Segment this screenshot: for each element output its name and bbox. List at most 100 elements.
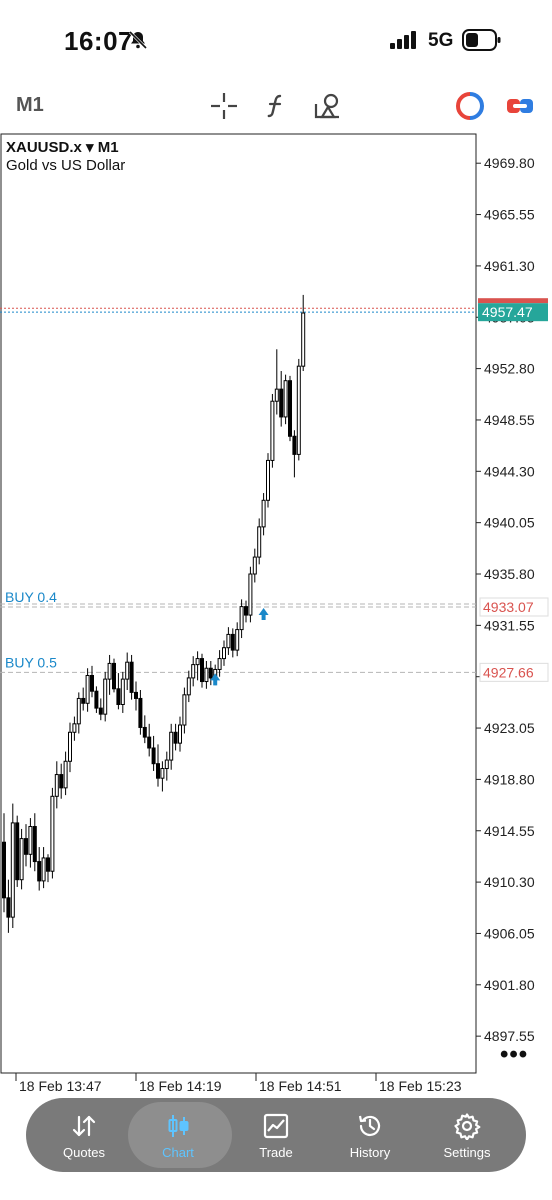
y-tick-label: 4948.55 bbox=[484, 412, 535, 428]
candle-body bbox=[147, 736, 152, 749]
candle-body bbox=[151, 747, 156, 765]
candle-body bbox=[226, 633, 231, 649]
candle-body bbox=[37, 861, 42, 882]
candle-body bbox=[19, 838, 24, 881]
candle-body bbox=[274, 388, 279, 402]
candle-body bbox=[252, 556, 257, 575]
nav-label: Quotes bbox=[63, 1145, 105, 1160]
y-tick-label: 4901.80 bbox=[484, 977, 535, 993]
nav-history[interactable]: History bbox=[320, 1098, 420, 1172]
candle-body bbox=[292, 435, 297, 455]
candle-body bbox=[169, 731, 174, 761]
one-click-trading-icon[interactable] bbox=[454, 90, 486, 122]
quotes-icon bbox=[72, 1115, 96, 1137]
candle-body bbox=[98, 707, 103, 715]
candles-icon bbox=[168, 1115, 189, 1137]
candle-body bbox=[50, 795, 55, 872]
candle-body bbox=[244, 606, 248, 616]
chart-toolbar: M1 bbox=[0, 82, 552, 128]
candle-body bbox=[266, 459, 270, 501]
candle-body bbox=[103, 678, 108, 715]
trade-chart-icon bbox=[263, 1113, 289, 1139]
candle-body bbox=[239, 606, 244, 631]
y-tick-label: 4944.30 bbox=[484, 463, 535, 479]
position-price-label: 4927.66 bbox=[483, 664, 534, 680]
timeframe-button[interactable]: M1 bbox=[16, 94, 44, 117]
candle-body bbox=[173, 731, 178, 744]
candle-body bbox=[235, 629, 240, 651]
candle-body bbox=[257, 526, 262, 558]
objects-icon[interactable] bbox=[312, 90, 344, 122]
candle-body bbox=[296, 365, 301, 455]
y-tick-label: 4918.80 bbox=[484, 771, 535, 787]
trade-icon[interactable] bbox=[504, 90, 536, 122]
y-tick-label: 4910.30 bbox=[484, 874, 535, 890]
y-tick-label: 4931.55 bbox=[484, 617, 535, 633]
candle-body bbox=[261, 499, 266, 528]
candle-body bbox=[270, 400, 275, 461]
candle-body bbox=[32, 826, 37, 863]
candle-body bbox=[107, 662, 112, 680]
candle-body bbox=[217, 658, 222, 670]
chart-canvas[interactable]: 4969.804965.554961.304957.054952.804948.… bbox=[0, 133, 552, 1100]
y-tick-label: 4906.05 bbox=[484, 925, 535, 941]
candle-body bbox=[59, 774, 64, 789]
candle-body bbox=[200, 658, 204, 683]
candle-body bbox=[142, 726, 147, 738]
signal-icon bbox=[390, 31, 416, 49]
y-tick-label: 4961.30 bbox=[484, 258, 535, 274]
crosshair-icon[interactable] bbox=[208, 90, 240, 122]
candle-body bbox=[208, 667, 213, 679]
candle-body bbox=[72, 723, 77, 733]
candle-body bbox=[125, 661, 130, 680]
candle-body bbox=[94, 690, 99, 709]
candle-body bbox=[6, 897, 11, 918]
price-chart[interactable]: 4969.804965.554961.304957.054952.804948.… bbox=[0, 133, 552, 1100]
gear-icon bbox=[454, 1113, 481, 1140]
position-label[interactable]: BUY 0.5 bbox=[5, 654, 57, 670]
candle-body bbox=[90, 674, 94, 692]
candle-body bbox=[41, 857, 46, 882]
y-tick-label: 4914.55 bbox=[484, 823, 535, 839]
y-tick-label: 4969.80 bbox=[484, 155, 535, 171]
network-type: 5G bbox=[428, 30, 454, 51]
nav-quotes[interactable]: Quotes bbox=[34, 1098, 134, 1172]
candle-body bbox=[164, 759, 169, 770]
candle-body bbox=[160, 768, 165, 779]
more-icon[interactable]: ••• bbox=[500, 1041, 528, 1069]
candle-body bbox=[10, 822, 15, 918]
candle-body bbox=[204, 667, 209, 683]
indicators-icon[interactable] bbox=[260, 90, 292, 122]
nav-label: Settings bbox=[443, 1145, 491, 1160]
chart-symbol[interactable]: XAUUSD.x ▾ M1 bbox=[6, 138, 119, 156]
current-price-label: 4957.47 bbox=[482, 304, 533, 320]
candle-body bbox=[138, 697, 143, 728]
candle-body bbox=[81, 697, 86, 704]
candle-body bbox=[134, 691, 138, 699]
candle-body bbox=[2, 841, 6, 899]
candle-body bbox=[63, 760, 68, 789]
status-time: 16:07 bbox=[64, 26, 133, 56]
candle-body bbox=[54, 774, 59, 797]
y-tick-label: 4935.80 bbox=[484, 566, 535, 582]
nav-settings[interactable]: Settings bbox=[417, 1098, 517, 1172]
candle-body bbox=[182, 694, 187, 726]
candle-body bbox=[76, 697, 81, 725]
candle-body bbox=[85, 674, 90, 704]
nav-chart[interactable]: Chart bbox=[128, 1098, 232, 1172]
position-label[interactable]: BUY 0.4 bbox=[5, 589, 57, 605]
bottom-nav: Quotes Chart Trade History Settings bbox=[26, 1098, 526, 1172]
candle-body bbox=[68, 731, 72, 762]
candle-body bbox=[195, 658, 200, 666]
candle-body bbox=[129, 661, 134, 693]
y-tick-label: 4923.05 bbox=[484, 720, 535, 736]
nav-trade[interactable]: Trade bbox=[226, 1098, 326, 1172]
candle-body bbox=[230, 633, 235, 651]
y-tick-label: 4952.80 bbox=[484, 361, 535, 377]
candle-body bbox=[191, 664, 196, 679]
candle-body bbox=[186, 677, 191, 696]
candle-body bbox=[222, 647, 226, 660]
candle-body bbox=[301, 312, 306, 367]
candle-body bbox=[116, 688, 121, 705]
ask-price-tag bbox=[478, 298, 548, 304]
